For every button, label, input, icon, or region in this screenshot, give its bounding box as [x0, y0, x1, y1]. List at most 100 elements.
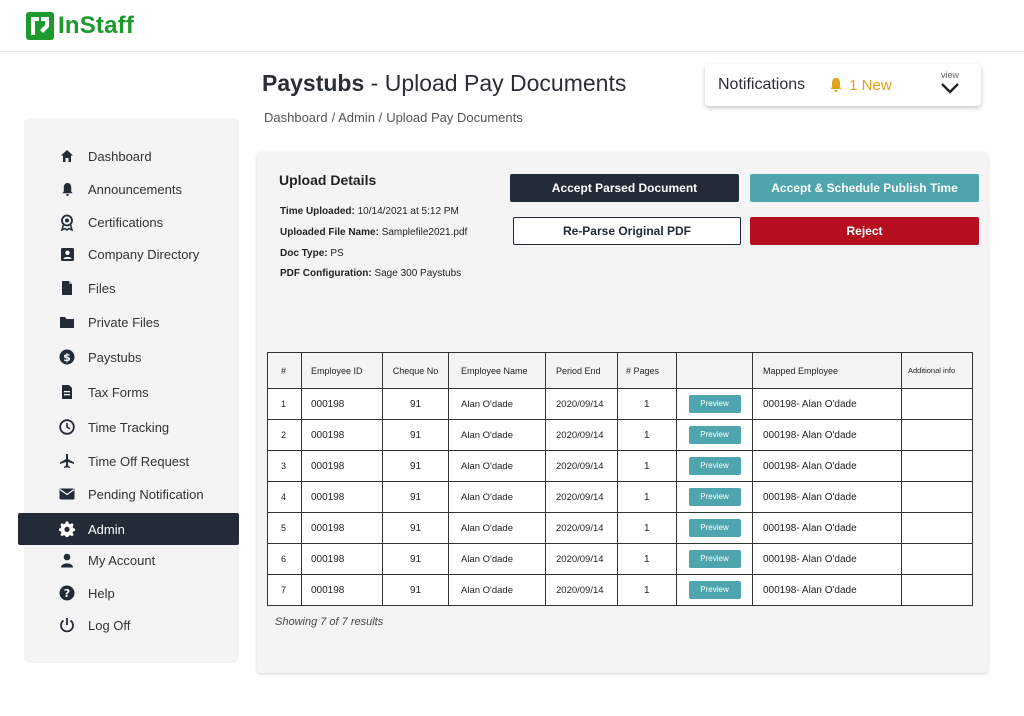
- sidebar-item-certifications[interactable]: Certifications: [24, 206, 239, 238]
- sidebar-item-private-files[interactable]: Private Files: [24, 306, 239, 338]
- document-icon: [58, 383, 76, 401]
- svg-text:?: ?: [64, 587, 70, 600]
- help-icon: ?: [58, 584, 76, 602]
- preview-button[interactable]: Preview: [688, 488, 741, 506]
- col-header-cheque-no: Cheque No: [382, 352, 449, 389]
- cell-employee-id: 000198: [301, 512, 383, 544]
- cell-preview: Preview: [676, 574, 753, 606]
- sidebar-item-my-account[interactable]: My Account: [24, 544, 239, 576]
- col-header-preview: [676, 352, 753, 389]
- cell-preview: Preview: [676, 543, 753, 575]
- cell-additional-info: [901, 388, 973, 420]
- cell-mapped-employee: 000198- Alan O'dade: [752, 450, 902, 482]
- cell-cheque-no: 91: [382, 512, 449, 544]
- reparse-pdf-button[interactable]: Re-Parse Original PDF: [513, 217, 741, 245]
- preview-button[interactable]: Preview: [688, 581, 741, 599]
- cell-preview: Preview: [676, 450, 753, 482]
- preview-button[interactable]: Preview: [688, 395, 741, 413]
- sidebar-item-label: Time Off Request: [88, 453, 190, 469]
- detail-label: Uploaded File Name:: [280, 227, 379, 238]
- notifications-panel[interactable]: Notifications 1 New view: [705, 64, 981, 106]
- upload-details-title: Upload Details: [279, 172, 377, 188]
- cell-employee-name: Alan O'dade: [448, 450, 546, 482]
- cell-employee-name: Alan O'dade: [448, 574, 546, 606]
- sidebar-item-log-off[interactable]: Log Off: [24, 609, 239, 641]
- breadcrumb-admin[interactable]: / Admin /: [332, 110, 383, 125]
- accept-parsed-document-button[interactable]: Accept Parsed Document: [510, 174, 739, 202]
- sidebar-item-admin[interactable]: Admin: [18, 513, 239, 545]
- table-row: 6 000198 91 Alan O'dade 2020/09/14 1 Preview 00…: [267, 543, 973, 575]
- sidebar-item-dashboard[interactable]: Dashboard: [24, 140, 239, 172]
- sidebar-item-label: My Account: [88, 552, 156, 568]
- sidebar-item-label: Certifications: [88, 214, 164, 230]
- table-row: 7 000198 91 Alan O'dade 2020/09/14 1 Preview 00…: [267, 574, 973, 606]
- preview-button[interactable]: Preview: [688, 519, 741, 537]
- chevron-down-icon: [941, 83, 959, 94]
- paystubs-table: # Employee ID Cheque No Employee Name Pe…: [267, 352, 973, 606]
- col-header-employee-id: Employee ID: [301, 352, 383, 389]
- certificate-icon: [58, 213, 76, 231]
- cell-employee-id: 000198: [301, 481, 383, 513]
- col-header-pages: # Pages: [617, 352, 677, 389]
- sidebar-item-label: Admin: [88, 521, 125, 537]
- cell-employee-id: 000198: [301, 388, 383, 420]
- mail-icon: [58, 485, 76, 503]
- notifications-view-toggle[interactable]: view: [937, 70, 963, 94]
- cell-pages: 1: [617, 543, 677, 575]
- cell-employee-name: Alan O'dade: [448, 543, 546, 575]
- detail-label: PDF Configuration:: [280, 268, 372, 279]
- breadcrumb: Dashboard / Admin / Upload Pay Documents: [264, 110, 523, 125]
- cell-employee-id: 000198: [301, 450, 383, 482]
- sidebar-item-announcements[interactable]: Announcements: [24, 173, 239, 205]
- detail-value: PS: [330, 248, 344, 259]
- cell-pages: 1: [617, 574, 677, 606]
- cell-cheque-no: 91: [382, 419, 449, 451]
- sidebar-item-label: Company Directory: [88, 246, 200, 262]
- sidebar: Dashboard Announcements Certifications C…: [18, 118, 239, 663]
- sidebar-item-label: Pending Notification: [88, 486, 204, 502]
- detail-value: 10/14/2021 at 5:12 PM: [357, 206, 459, 217]
- reject-button[interactable]: Reject: [750, 217, 979, 245]
- gear-icon: [58, 520, 76, 538]
- cell-additional-info: [901, 574, 973, 606]
- cell-period-end: 2020/09/14: [545, 543, 618, 575]
- view-label: view: [940, 70, 959, 80]
- cell-period-end: 2020/09/14: [545, 481, 618, 513]
- upload-panel: Upload Details Time Uploaded: 10/14/2021…: [257, 152, 988, 673]
- cell-mapped-employee: 000198- Alan O'dade: [752, 388, 902, 420]
- home-icon: [58, 147, 76, 165]
- cell-cheque-no: 91: [382, 543, 449, 575]
- cell-number: 5: [267, 512, 302, 544]
- cell-period-end: 2020/09/14: [545, 388, 618, 420]
- cell-employee-id: 000198: [301, 419, 383, 451]
- results-count: Showing 7 of 7 results: [275, 616, 384, 628]
- cell-employee-id: 000198: [301, 543, 383, 575]
- preview-button[interactable]: Preview: [688, 457, 741, 475]
- cell-mapped-employee: 000198- Alan O'dade: [752, 512, 902, 544]
- notifications-label: Notifications: [718, 76, 806, 93]
- sidebar-item-time-off-request[interactable]: Time Off Request: [24, 445, 239, 477]
- sidebar-item-files[interactable]: Files: [24, 272, 239, 304]
- preview-button[interactable]: Preview: [688, 550, 741, 568]
- cell-additional-info: [901, 512, 973, 544]
- cell-mapped-employee: 000198- Alan O'dade: [752, 543, 902, 575]
- sidebar-item-help[interactable]: ? Help: [24, 577, 239, 609]
- sidebar-item-time-tracking[interactable]: Time Tracking: [24, 411, 239, 443]
- sidebar-item-company-directory[interactable]: Company Directory: [24, 238, 239, 270]
- detail-label: Doc Type:: [280, 248, 328, 259]
- time-uploaded: Time Uploaded: 10/14/2021 at 5:12 PM: [280, 206, 459, 217]
- sidebar-item-pending-notification[interactable]: Pending Notification: [24, 478, 239, 510]
- sidebar-item-paystubs[interactable]: $ Paystubs: [24, 341, 239, 373]
- breadcrumb-dashboard[interactable]: Dashboard: [264, 110, 328, 125]
- breadcrumb-current: Upload Pay Documents: [386, 110, 523, 125]
- folder-icon: [58, 313, 76, 331]
- cell-additional-info: [901, 419, 973, 451]
- file-icon: [58, 279, 76, 297]
- app-logo[interactable]: InStaff: [26, 12, 134, 40]
- uploaded-file-name: Uploaded File Name: Samplefile2021.pdf: [280, 227, 467, 238]
- cell-pages: 1: [617, 481, 677, 513]
- cell-employee-name: Alan O'dade: [448, 419, 546, 451]
- preview-button[interactable]: Preview: [688, 426, 741, 444]
- accept-schedule-publish-button[interactable]: Accept & Schedule Publish Time: [750, 174, 979, 202]
- sidebar-item-tax-forms[interactable]: Tax Forms: [24, 376, 239, 408]
